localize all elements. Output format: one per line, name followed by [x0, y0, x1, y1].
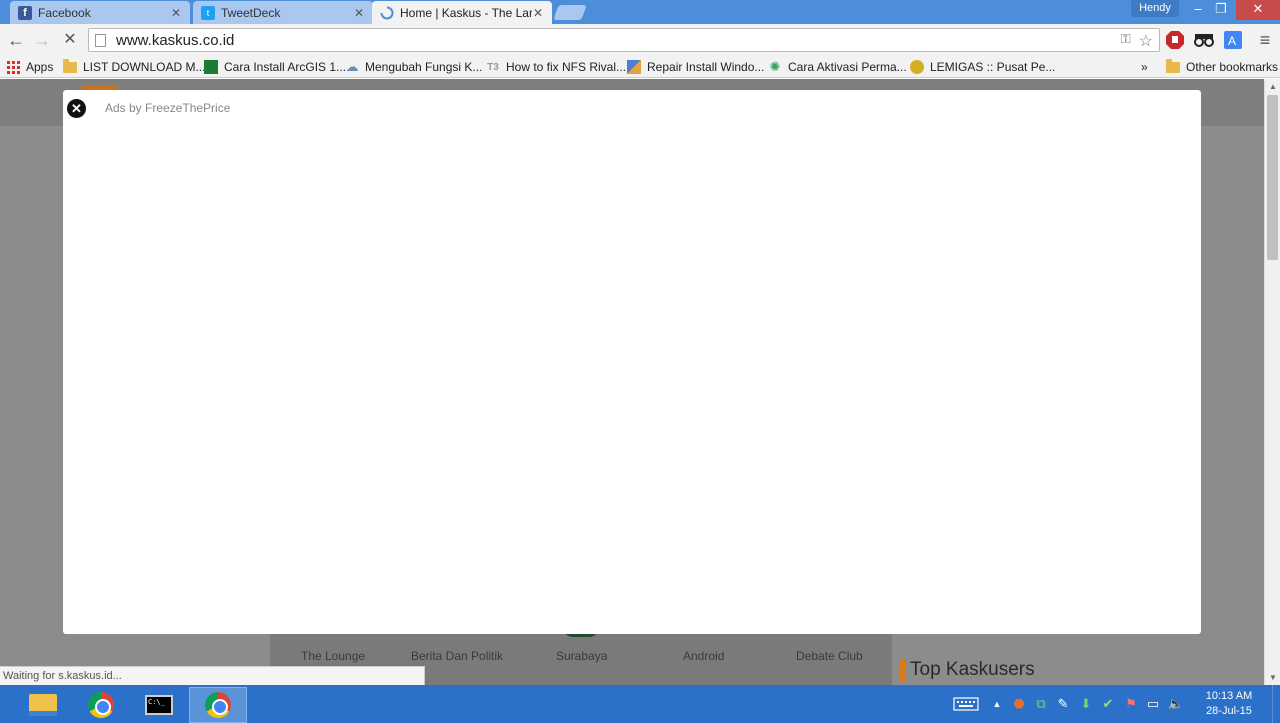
- tab-kaskus[interactable]: Home | Kaskus - The Larg ✕: [372, 1, 552, 24]
- t3-icon: T3: [487, 61, 499, 73]
- page-icon: [95, 33, 106, 47]
- keyboard-icon[interactable]: [952, 695, 980, 713]
- profile-button[interactable]: Hendy: [1131, 0, 1179, 17]
- colorful-square-icon: [627, 60, 641, 74]
- bookmark-item[interactable]: Cara Install ArcGIS 1...: [204, 58, 346, 76]
- tray-volume-icon[interactable]: 🔈: [1167, 695, 1185, 713]
- chrome-icon: [205, 692, 231, 718]
- tray-sync-icon[interactable]: ✎: [1054, 695, 1072, 713]
- address-bar[interactable]: www.kaskus.co.id ⚿ ☆: [88, 28, 1160, 52]
- back-button[interactable]: ←: [4, 28, 28, 52]
- facebook-icon: f: [18, 5, 32, 20]
- category-link[interactable]: The Lounge: [301, 649, 365, 663]
- translate-extension-icon[interactable]: A: [1222, 29, 1244, 51]
- stop-button[interactable]: ✕: [58, 28, 82, 52]
- bookmark-label: LEMIGAS :: Pusat Pe...: [930, 60, 1056, 74]
- tab-label: Home | Kaskus - The Larg: [400, 5, 532, 20]
- clock[interactable]: 10:13 AM 28-Jul-15: [1196, 689, 1262, 719]
- close-window-button[interactable]: ✕: [1236, 0, 1280, 20]
- new-tab-button[interactable]: [553, 5, 587, 20]
- close-icon[interactable]: ✕: [353, 6, 365, 20]
- close-icon[interactable]: ✕: [170, 6, 182, 20]
- tray-network-share-icon[interactable]: ⧉: [1032, 695, 1050, 713]
- bookmark-item[interactable]: LIST DOWNLOAD M...: [63, 58, 205, 76]
- restore-button[interactable]: ❐: [1207, 0, 1235, 20]
- bookmark-label: Mengubah Fungsi K...: [365, 60, 483, 74]
- tray-download-icon[interactable]: ⬇: [1077, 695, 1095, 713]
- tab-label: TweetDeck: [221, 5, 281, 20]
- other-bookmarks[interactable]: Other bookmarks: [1166, 58, 1278, 76]
- bookmark-label: How to fix NFS Rival...: [506, 60, 627, 74]
- apps-grid-icon: [6, 60, 20, 74]
- vertical-scrollbar[interactable]: ▲ ▼: [1264, 79, 1280, 685]
- bookmark-apps[interactable]: Apps: [6, 58, 53, 76]
- bookmark-label: Apps: [26, 60, 54, 74]
- tray-flag-icon[interactable]: ⚑: [1122, 695, 1140, 713]
- clock-date: 28-Jul-15: [1206, 705, 1252, 717]
- category-link[interactable]: Berita Dan Politik: [411, 649, 503, 663]
- tab-strip: f Facebook ✕ t TweetDeck ✕ Home | Kaskus…: [0, 0, 1280, 24]
- folder-icon: [29, 694, 57, 716]
- browser-toolbar: ← → ✕ www.kaskus.co.id ⚿ ☆ A ≡: [0, 24, 1280, 56]
- bookmarks-bar: Apps LIST DOWNLOAD M... Cara Install Arc…: [0, 56, 1280, 78]
- category-link[interactable]: Android: [683, 649, 724, 663]
- taskbar-command-prompt[interactable]: C:\_: [130, 687, 188, 723]
- bookmark-item[interactable]: Repair Install Windo...: [627, 58, 764, 76]
- bookmark-item[interactable]: T3 How to fix NFS Rival...: [486, 58, 626, 76]
- bookmark-label: Other bookmarks: [1186, 60, 1279, 74]
- bookmark-label: Repair Install Windo...: [647, 60, 765, 74]
- bookmark-item[interactable]: LEMIGAS :: Pusat Pe...: [910, 58, 1055, 76]
- scroll-down-arrow-icon[interactable]: ▼: [1269, 673, 1277, 682]
- ad-overlay: ✕ Ads by FreezeThePrice: [63, 90, 1201, 634]
- star-icon[interactable]: ☆: [1139, 31, 1153, 51]
- bookmark-label: Cara Aktivasi Perma...: [788, 60, 907, 74]
- terminal-icon: C:\_: [145, 695, 173, 715]
- chrome-icon: [88, 692, 114, 718]
- ad-close-button[interactable]: ✕: [67, 99, 86, 118]
- menu-icon[interactable]: ≡: [1254, 29, 1276, 51]
- glasses-extension-icon[interactable]: [1193, 29, 1215, 51]
- emblem-icon: [910, 60, 924, 74]
- scroll-thumb[interactable]: [1267, 95, 1278, 260]
- bookmark-item[interactable]: ✺ Cara Aktivasi Perma...: [768, 58, 907, 76]
- twitter-icon: t: [201, 5, 215, 20]
- address-url[interactable]: www.kaskus.co.id: [116, 32, 234, 49]
- adblock-extension-icon[interactable]: [1164, 29, 1186, 51]
- folder-icon: [1166, 58, 1180, 74]
- folder-icon: [63, 58, 77, 74]
- category-link[interactable]: Debate Club: [796, 649, 863, 663]
- key-icon[interactable]: ⚿: [1121, 31, 1131, 51]
- ad-label: Ads by FreezeThePrice: [105, 101, 231, 115]
- svg-text:A: A: [1228, 34, 1236, 48]
- forward-button[interactable]: →: [30, 28, 54, 52]
- category-link[interactable]: Surabaya: [556, 649, 607, 663]
- tab-facebook[interactable]: f Facebook ✕: [10, 1, 190, 24]
- taskbar: C:\_ ▲ ⬣ ⧉ ✎ ⬇ ✔ ⚑ ▭ 🔈 10:13 AM 28-Jul-1…: [0, 685, 1280, 723]
- gear-star-icon: ✺: [769, 59, 781, 74]
- cloud-icon: ☁: [345, 59, 359, 74]
- tab-label: Facebook: [38, 5, 91, 20]
- bookmark-label: Cara Install ArcGIS 1...: [224, 60, 347, 74]
- bookmark-item[interactable]: ☁ Mengubah Fungsi K...: [345, 58, 483, 76]
- tray-network-icon[interactable]: ▭: [1144, 695, 1162, 713]
- taskbar-chrome-active[interactable]: [189, 687, 247, 723]
- tray-security-icon[interactable]: ✔: [1099, 695, 1117, 713]
- section-title: Top Kaskusers: [900, 659, 1035, 681]
- close-icon[interactable]: ✕: [532, 6, 544, 20]
- taskbar-file-explorer[interactable]: [14, 687, 72, 723]
- tray-expand-icon[interactable]: ▲: [988, 695, 1006, 713]
- bookmarks-overflow-button[interactable]: »: [1141, 58, 1148, 76]
- scroll-up-arrow-icon[interactable]: ▲: [1269, 82, 1277, 91]
- tab-tweetdeck[interactable]: t TweetDeck ✕: [193, 1, 373, 24]
- loading-spinner-icon: [380, 6, 394, 20]
- taskbar-chrome[interactable]: [72, 687, 130, 723]
- clock-time: 10:13 AM: [1205, 690, 1253, 702]
- status-bar: Waiting for s.kaskus.id...: [0, 666, 425, 685]
- bookmark-label: LIST DOWNLOAD M...: [83, 60, 206, 74]
- green-square-icon: [204, 60, 218, 74]
- show-desktop-button[interactable]: [1272, 685, 1280, 723]
- tray-app-icon[interactable]: ⬣: [1010, 695, 1028, 713]
